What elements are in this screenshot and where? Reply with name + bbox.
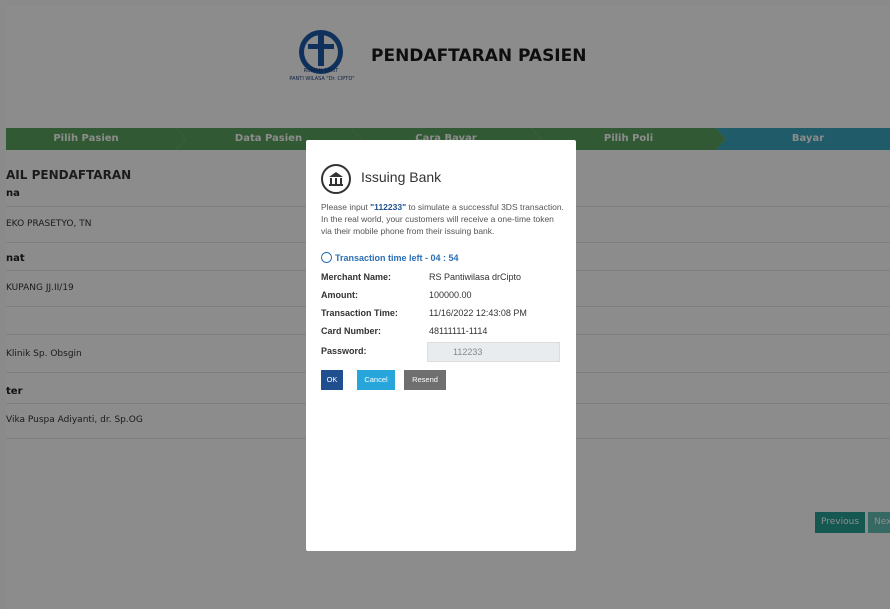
card-number-label: Card Number: bbox=[321, 326, 382, 336]
amount-label: Amount: bbox=[321, 290, 358, 300]
issuing-bank-dialog: Issuing Bank Please input "112233" to si… bbox=[306, 140, 576, 551]
timer-label: Transaction time left - bbox=[335, 253, 431, 263]
cancel-button[interactable]: Cancel bbox=[357, 370, 395, 390]
amount-value: 100000.00 bbox=[429, 290, 472, 300]
transaction-time-label: Transaction Time: bbox=[321, 308, 398, 318]
merchant-name-label: Merchant Name: bbox=[321, 272, 392, 282]
page: RUMAH SAKIT PANTI WILASA "Dr. CIPTO" PEN… bbox=[6, 6, 890, 609]
ok-button[interactable]: OK bbox=[321, 370, 343, 390]
stopwatch-icon bbox=[321, 252, 332, 263]
transaction-timer: Transaction time left - 04 : 54 bbox=[321, 252, 459, 263]
card-number-value: 48111111-1114 bbox=[429, 326, 488, 336]
timer-value: 04 : 54 bbox=[430, 253, 459, 263]
instructions-text: Please input "112233" to simulate a succ… bbox=[321, 201, 566, 237]
password-input[interactable]: 112233 bbox=[427, 342, 560, 362]
transaction-time-value: 11/16/2022 12:43:08 PM bbox=[429, 308, 527, 318]
bank-icon bbox=[321, 164, 351, 194]
password-label: Password: bbox=[321, 346, 367, 356]
merchant-name-value: RS Pantiwilasa drCipto bbox=[429, 272, 522, 282]
dialog-title: Issuing Bank bbox=[361, 169, 442, 185]
instructions-prefix: Please input bbox=[321, 202, 371, 212]
resend-button[interactable]: Resend bbox=[404, 370, 446, 390]
otp-code: "112233" bbox=[370, 202, 407, 212]
